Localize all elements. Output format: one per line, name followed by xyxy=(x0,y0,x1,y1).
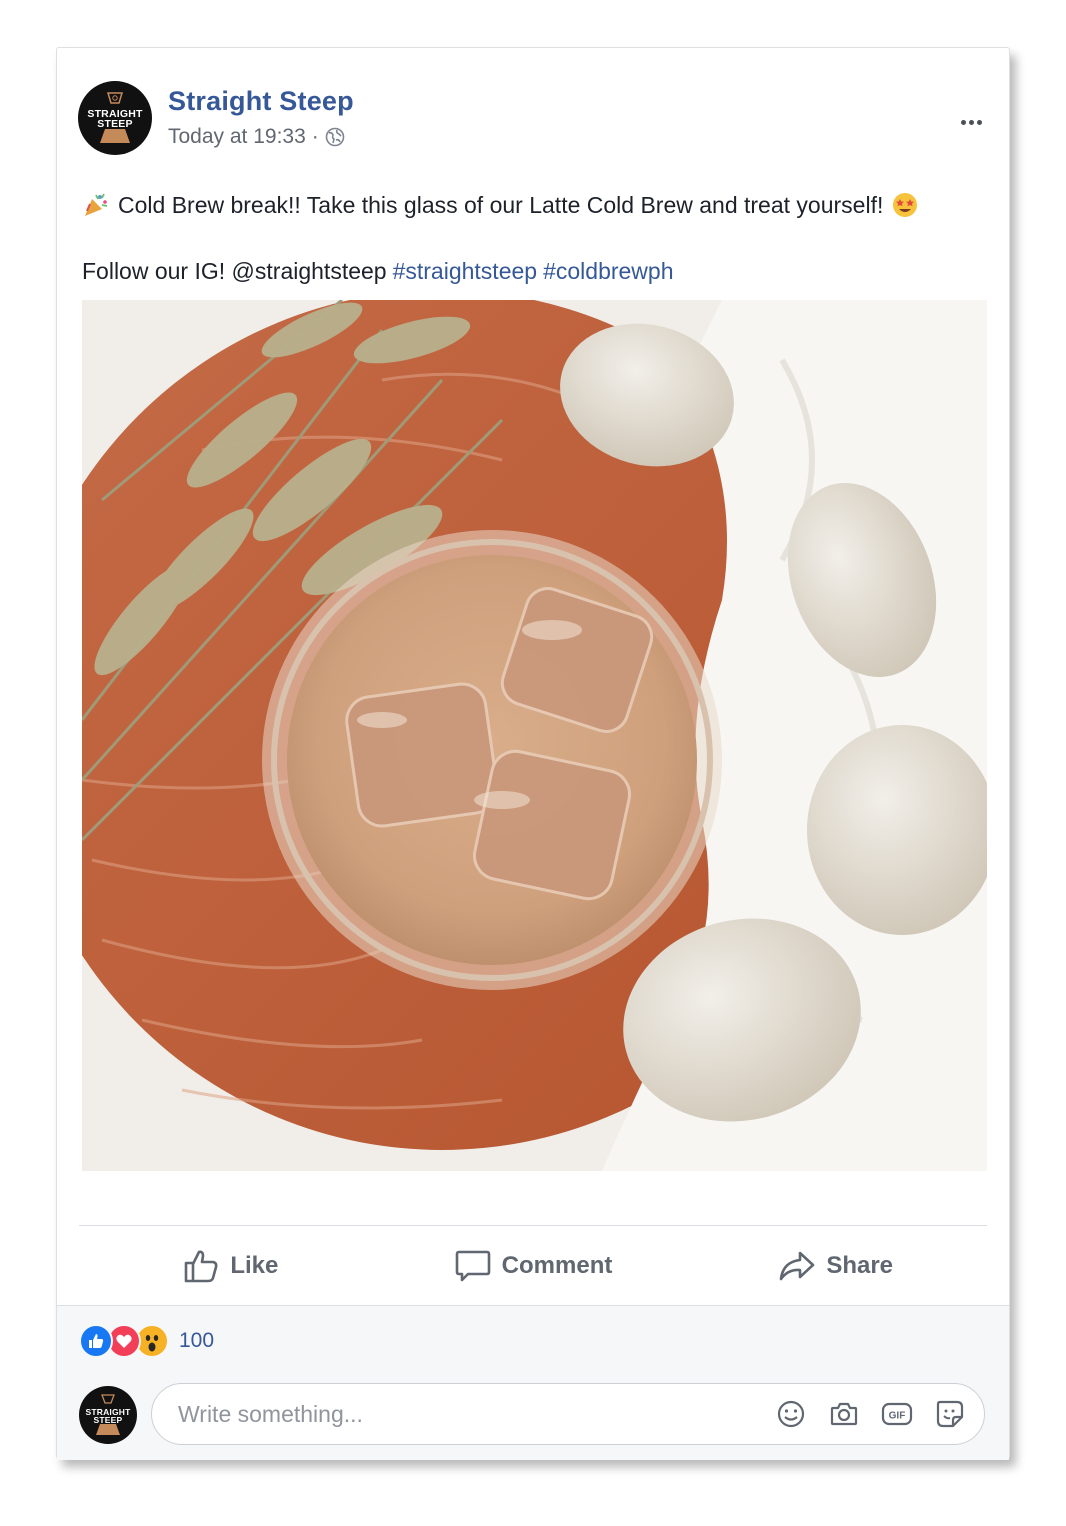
emoji-icon[interactable] xyxy=(775,1398,807,1430)
camera-icon-glyph xyxy=(830,1402,858,1426)
emoji-icon-glyph xyxy=(777,1400,805,1428)
share-label: Share xyxy=(826,1252,894,1279)
avatar-text: STRAIGHT STEEP xyxy=(85,1406,131,1425)
comment-button[interactable]: Comment xyxy=(382,1228,685,1304)
hashtag-link[interactable]: #straightsteep xyxy=(393,254,537,288)
post-message: Cold Brew break!! Take this glass of our… xyxy=(82,188,992,288)
sticker-icon-glyph xyxy=(936,1400,964,1428)
gif-icon-glyph: GIF xyxy=(881,1402,913,1426)
like-reaction-icon xyxy=(79,1324,113,1358)
post-actions: Like Comment Share xyxy=(79,1228,987,1304)
comment-input[interactable] xyxy=(176,1399,740,1429)
post-footer: 100 STRAIGHT STEEP Write something... GI… xyxy=(57,1305,1009,1460)
page-name-link[interactable]: Straight Steep xyxy=(168,86,354,117)
reactions-summary[interactable]: 100 xyxy=(79,1324,214,1358)
party-popper-emoji xyxy=(85,193,108,216)
svg-text:GIF: GIF xyxy=(889,1411,906,1422)
post-message-line-1: Cold Brew break!! Take this glass of our… xyxy=(82,188,992,222)
actions-divider xyxy=(79,1225,987,1226)
post-meta: Today at 19:33 · xyxy=(168,125,345,149)
more-options-dot xyxy=(968,119,974,125)
comment-bubble-icon xyxy=(455,1250,490,1282)
meta-separator: · xyxy=(311,125,319,148)
thumbs-up-icon xyxy=(89,1334,104,1348)
comment-label: Comment xyxy=(501,1252,613,1279)
heart-icon xyxy=(116,1334,132,1348)
reaction-count: 100 xyxy=(179,1329,215,1352)
post-card: STRAIGHT STEEP Straight Steep Today at 1… xyxy=(56,47,1010,1460)
latte-cold-brew-photo xyxy=(82,300,987,1171)
post-timestamp[interactable]: Today at 19:33 xyxy=(168,125,306,149)
share-button[interactable]: Share xyxy=(684,1228,987,1304)
comment-tools: GIF xyxy=(754,1398,966,1430)
post-message-line-2: Follow our IG! @straightsteep #straights… xyxy=(82,254,992,288)
like-label: Like xyxy=(230,1252,279,1279)
share-arrow-icon xyxy=(780,1251,815,1281)
surprised-face-icon xyxy=(145,1335,159,1352)
page-avatar[interactable]: STRAIGHT STEEP xyxy=(78,81,152,155)
star-struck-emoji xyxy=(893,193,918,217)
globe-icon[interactable] xyxy=(325,127,345,147)
more-options-dot xyxy=(976,119,982,125)
thumbs-up-icon xyxy=(185,1250,218,1283)
hashtag-link[interactable]: #coldbrewph xyxy=(543,254,673,288)
more-options-icon xyxy=(960,119,966,125)
comment-composer[interactable]: GIF xyxy=(151,1383,985,1445)
post-message-text: Cold Brew break!! Take this glass of our… xyxy=(118,192,884,218)
avatar-text: STRAIGHT STEEP xyxy=(87,107,143,130)
gif-icon[interactable]: GIF xyxy=(881,1398,913,1430)
post-photo[interactable] xyxy=(82,300,987,1171)
more-options-button[interactable] xyxy=(953,110,989,134)
commenter-avatar[interactable]: STRAIGHT STEEP xyxy=(79,1386,137,1444)
instagram-mention: Follow our IG! @straightsteep xyxy=(82,258,387,284)
camera-icon[interactable] xyxy=(828,1398,860,1430)
sticker-icon[interactable] xyxy=(934,1398,966,1430)
like-button[interactable]: Like xyxy=(79,1228,382,1304)
